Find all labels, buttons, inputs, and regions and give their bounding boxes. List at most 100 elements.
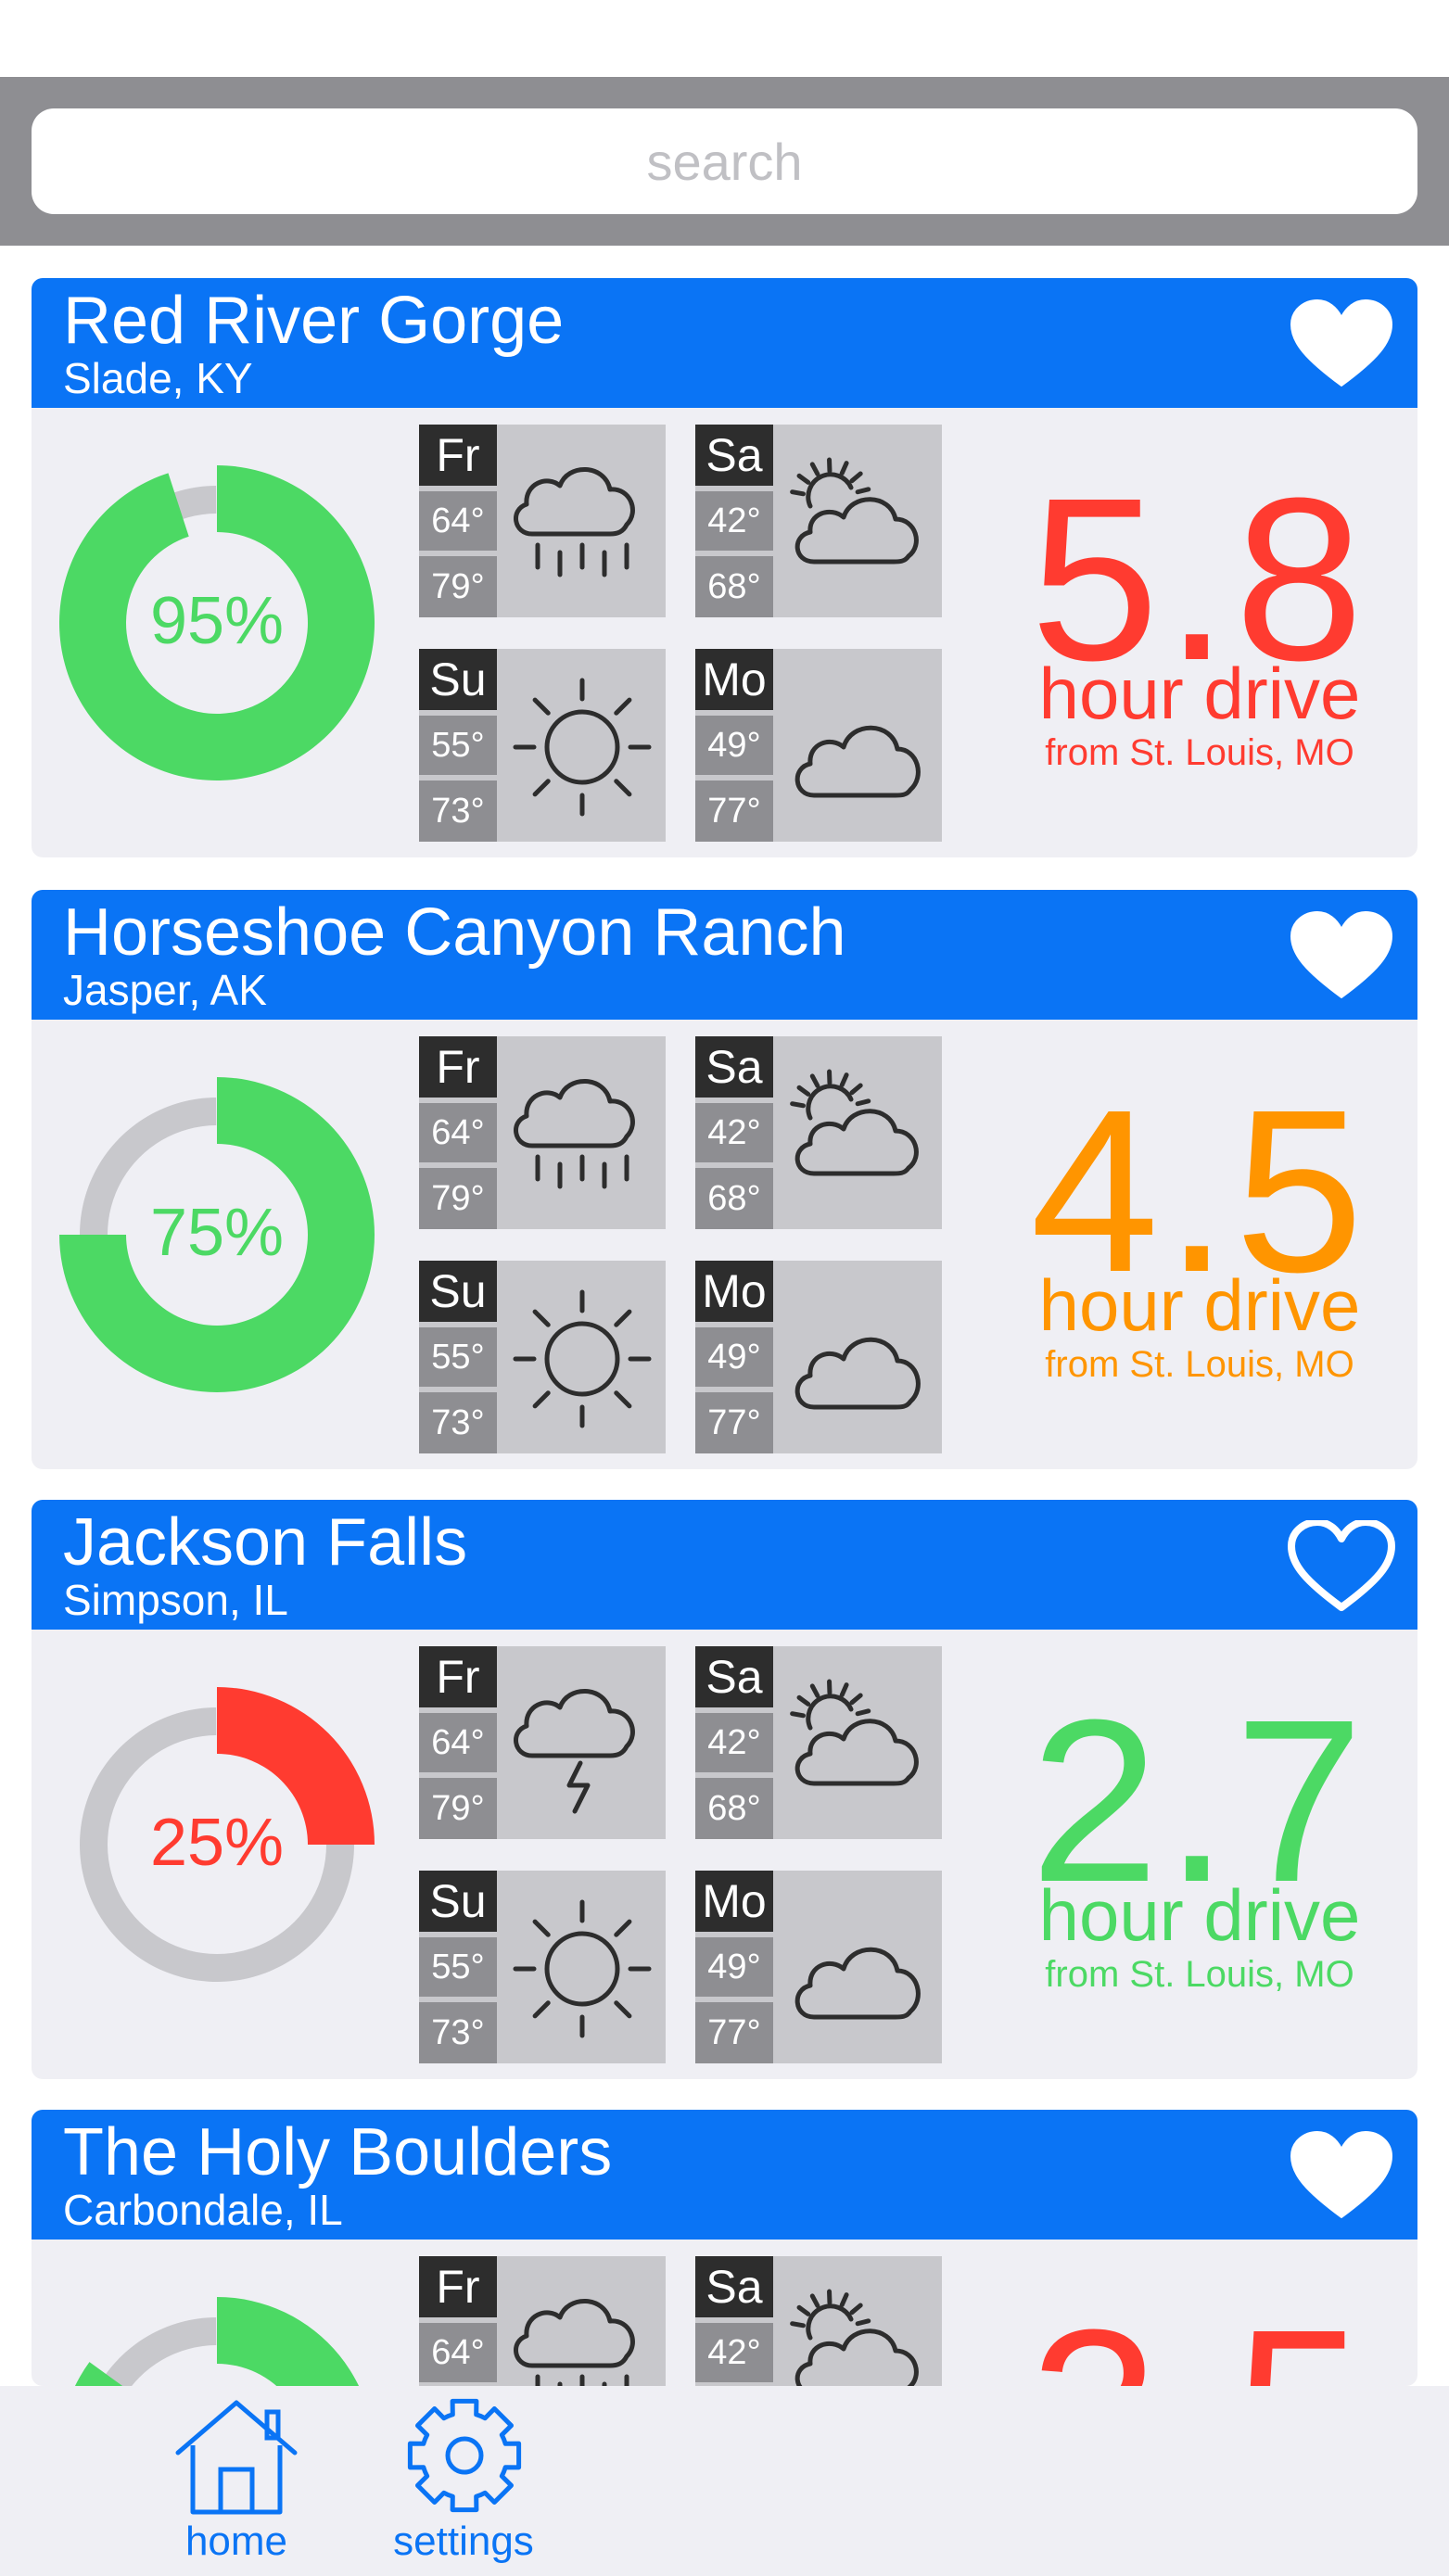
forecast-high: 73°	[419, 1392, 497, 1453]
gear-icon	[407, 2398, 522, 2513]
crag-card[interactable]: The Holy Boulders Carbondale, IL Fr 64° …	[32, 2110, 1417, 2386]
drive-origin: from St. Louis, MO	[1045, 732, 1354, 773]
forecast-day: Su	[419, 1871, 497, 1932]
forecast-low: 55°	[419, 1327, 497, 1387]
forecast-high: 68°	[695, 1168, 773, 1229]
crag-location: Carbondale, IL	[63, 2186, 343, 2234]
rain-cloud-icon	[514, 2299, 635, 2386]
crag-location: Slade, KY	[63, 354, 253, 402]
crag-name: Jackson Falls	[63, 1505, 468, 1580]
forecast-low: 64°	[419, 2323, 497, 2382]
conditions-percent: 75%	[149, 1196, 285, 1270]
forecast-tile: Su 55° 73°	[419, 1871, 666, 2063]
forecast-high: 77°	[695, 1392, 773, 1453]
partly-cloudy-icon	[790, 457, 919, 565]
crag-card[interactable]: Horseshoe Canyon Ranch Jasper, AK 75% Fr…	[32, 890, 1417, 1469]
forecast-day: Sa	[695, 1036, 773, 1098]
forecast-day: Fr	[419, 1646, 497, 1707]
cloud-icon	[794, 1337, 921, 1410]
partly-cloudy-icon	[790, 1069, 919, 1176]
crag-location: Jasper, AK	[63, 966, 267, 1014]
forecast-tile: Sa 42°	[695, 2256, 942, 2386]
forecast-day: Sa	[695, 425, 773, 486]
forecast-tile: Su 55° 73°	[419, 1261, 666, 1453]
forecast-tile: Su 55° 73°	[419, 649, 666, 842]
cloud-icon	[794, 725, 921, 798]
crag-card[interactable]: Red River Gorge Slade, KY 95% Fr 64° 79°…	[32, 278, 1417, 857]
cloud-icon	[794, 1947, 921, 2020]
forecast-low: 64°	[419, 1103, 497, 1162]
forecast-low: 49°	[695, 1937, 773, 1997]
drive-origin: from St. Louis, MO	[1045, 1954, 1354, 1995]
forecast-high: 79°	[419, 556, 497, 617]
forecast-tile: Mo 49° 77°	[695, 649, 942, 842]
thunderstorm-icon	[514, 1689, 635, 1814]
search-input[interactable]	[32, 108, 1417, 214]
conditions-ring	[75, 2297, 359, 2386]
forecast-low: 42°	[695, 1103, 773, 1162]
heart-filled-icon[interactable]	[1288, 2130, 1395, 2223]
forecast-day: Su	[419, 649, 497, 710]
drive-label: hour drive	[1038, 1264, 1361, 1346]
drive-hours: 3.5	[986, 2295, 1413, 2387]
forecast-tile: Fr 64° 79°	[419, 1036, 666, 1229]
forecast-low: 55°	[419, 1937, 497, 1997]
forecast-day: Mo	[695, 1871, 773, 1932]
ring-fill	[75, 2297, 359, 2386]
forecast-high: 73°	[419, 780, 497, 842]
forecast-low: 64°	[419, 491, 497, 551]
forecast-tile: Mo 49° 77°	[695, 1871, 942, 2063]
heart-filled-icon[interactable]	[1288, 910, 1395, 1003]
forecast-day: Mo	[695, 1261, 773, 1322]
forecast-tile: Fr 64° 79°	[419, 425, 666, 617]
sun-icon	[513, 1899, 652, 2038]
forecast-low: 55°	[419, 716, 497, 775]
crag-card[interactable]: Jackson Falls Simpson, IL 25% Fr 64° 79°…	[32, 1500, 1417, 2079]
forecast-low: 42°	[695, 491, 773, 551]
card-header: Red River Gorge Slade, KY	[32, 278, 1417, 408]
card-header: Jackson Falls Simpson, IL	[32, 1500, 1417, 1630]
forecast-high: 79°	[419, 1778, 497, 1839]
conditions-percent: 95%	[149, 584, 285, 658]
conditions-percent: 25%	[149, 1806, 285, 1880]
card-header: The Holy Boulders Carbondale, IL	[32, 2110, 1417, 2240]
card-header: Horseshoe Canyon Ranch Jasper, AK	[32, 890, 1417, 1020]
forecast-day: Mo	[695, 649, 773, 710]
forecast-low: 64°	[419, 1713, 497, 1772]
tab-bar: home settings	[0, 2386, 1449, 2576]
forecast-day: Sa	[695, 2256, 773, 2317]
drive-label: hour drive	[1038, 653, 1361, 734]
forecast-day: Su	[419, 1261, 497, 1322]
forecast-tile: Fr 64° 79°	[419, 1646, 666, 1839]
forecast-low: 42°	[695, 1713, 773, 1772]
heart-filled-icon[interactable]	[1288, 298, 1395, 391]
partly-cloudy-icon	[790, 2289, 919, 2386]
forecast-low: 42°	[695, 2323, 773, 2382]
tab-home[interactable]: home	[167, 2386, 306, 2576]
sun-icon	[513, 1289, 652, 1428]
forecast-tile: Sa 42° 68°	[695, 1036, 942, 1229]
forecast-high: 68°	[695, 556, 773, 617]
forecast-day: Fr	[419, 425, 497, 486]
crag-name: Red River Gorge	[63, 284, 565, 358]
heart-outline-icon[interactable]	[1288, 1520, 1395, 1613]
forecast-high: 73°	[419, 2002, 497, 2063]
forecast-high: 79°	[419, 1168, 497, 1229]
rain-cloud-icon	[514, 1079, 635, 1189]
tab-settings-label: settings	[393, 2519, 534, 2564]
forecast-low: 49°	[695, 1327, 773, 1387]
forecast-tile: Sa 42° 68°	[695, 425, 942, 617]
forecast-tile: Sa 42° 68°	[695, 1646, 942, 1839]
partly-cloudy-icon	[790, 1679, 919, 1786]
forecast-high: 77°	[695, 780, 773, 842]
drive-origin: from St. Louis, MO	[1045, 1344, 1354, 1385]
tab-settings[interactable]: settings	[389, 2386, 538, 2576]
forecast-day: Sa	[695, 1646, 773, 1707]
forecast-day: Fr	[419, 1036, 497, 1098]
forecast-tile: Mo 49° 77°	[695, 1261, 942, 1453]
forecast-low: 49°	[695, 716, 773, 775]
home-icon	[175, 2400, 298, 2515]
drive-label: hour drive	[1038, 1874, 1361, 1956]
forecast-high: 68°	[695, 1778, 773, 1839]
search-bar	[0, 77, 1449, 246]
